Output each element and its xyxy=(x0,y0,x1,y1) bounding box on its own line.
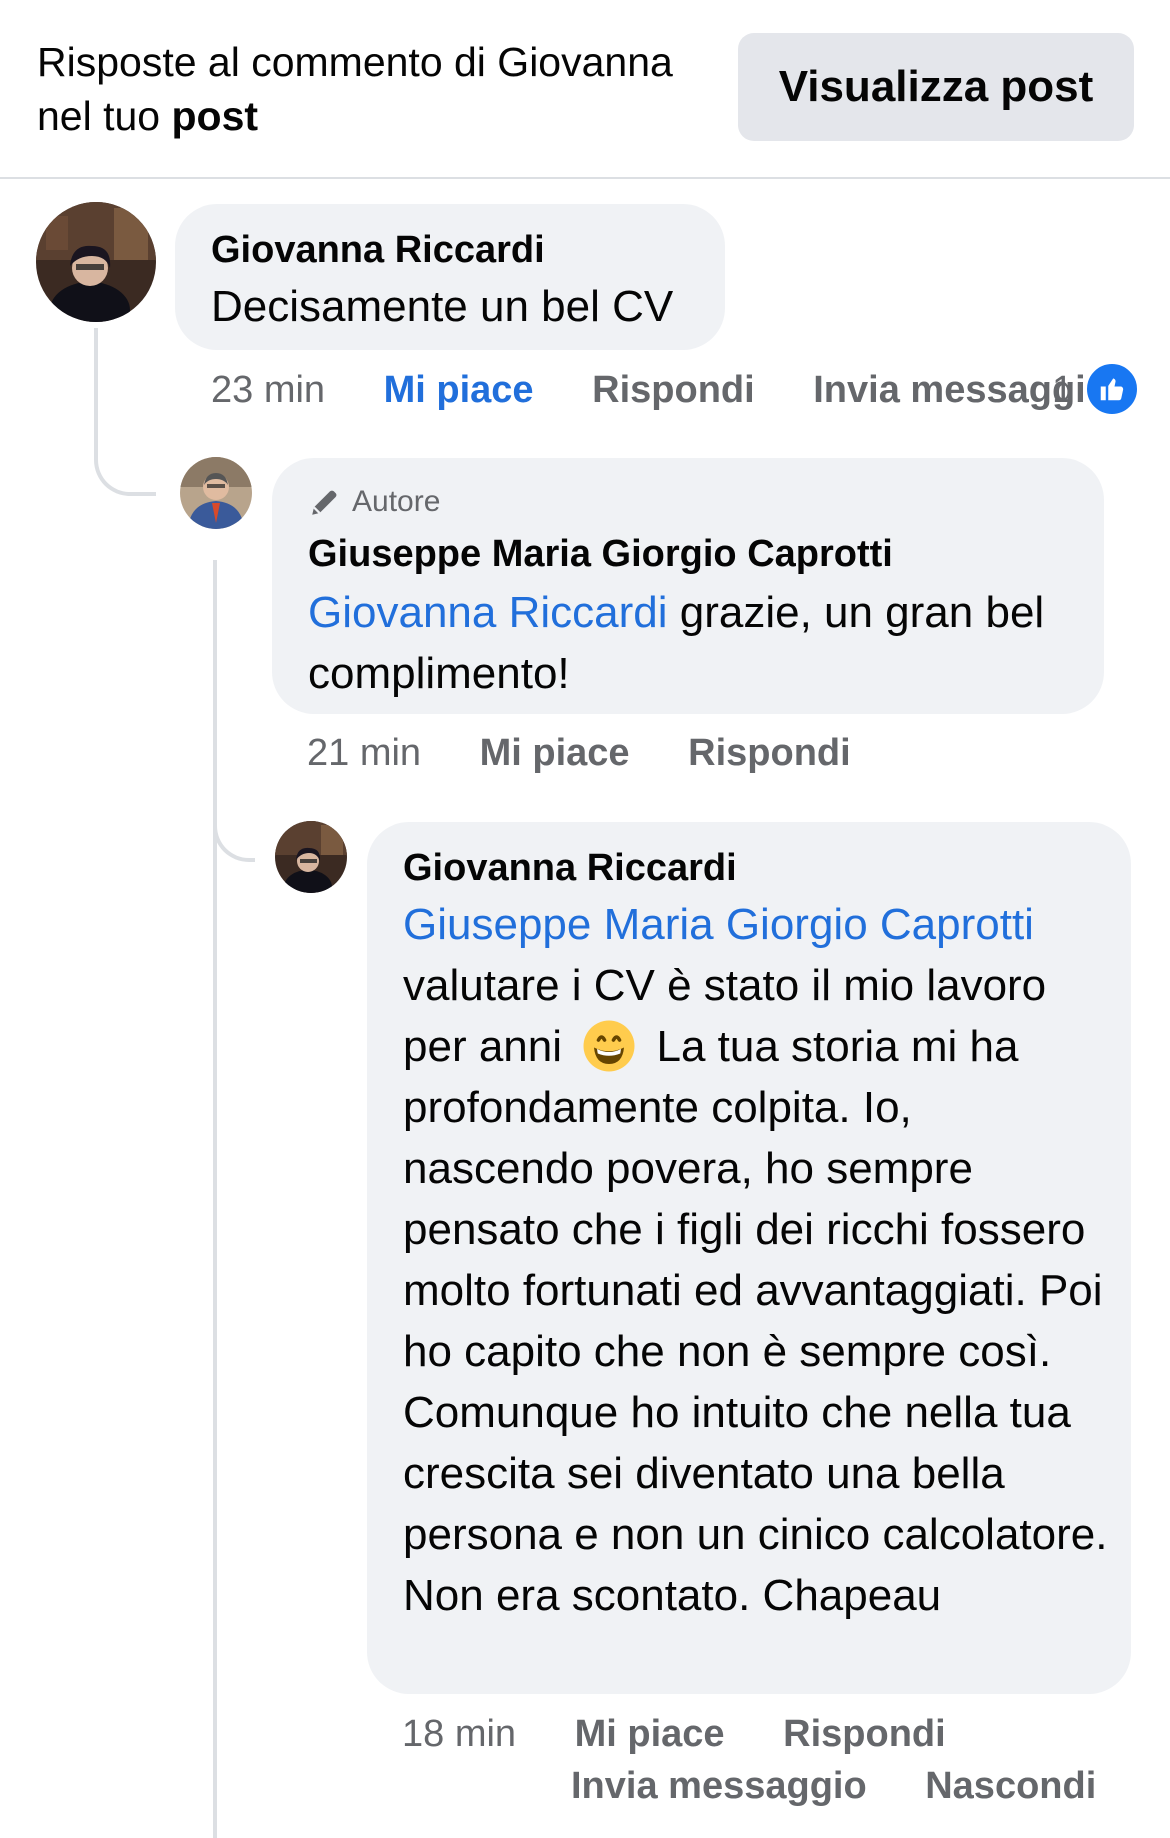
comment-text: Decisamente un bel CV xyxy=(211,282,674,331)
page-title-line1: Risposte al commento di Giovanna xyxy=(37,39,673,85)
comment-timestamp: 21 min xyxy=(307,732,422,774)
comment-author[interactable]: Giuseppe Maria Giorgio Caprotti xyxy=(308,530,893,578)
reply-button[interactable]: Rispondi xyxy=(688,732,851,774)
like-button[interactable]: Mi piace xyxy=(575,1713,725,1755)
reaction-count[interactable]: 1 xyxy=(1052,366,1073,414)
reply-button[interactable]: Rispondi xyxy=(783,1713,946,1755)
comment-timestamp: 23 min xyxy=(211,369,326,411)
thread-line-level1 xyxy=(94,328,98,408)
send-message-button[interactable]: Invia messaggio xyxy=(571,1765,867,1807)
mention-link[interactable]: Giuseppe Maria Giorgio Caprotti xyxy=(403,900,1034,949)
thread-connector-reply2 xyxy=(213,790,255,862)
comment-bubble-2: Autore Giuseppe Maria Giorgio Caprotti G… xyxy=(272,458,1104,714)
comment-text: Giuseppe Maria Giorgio Caprotti valutare… xyxy=(403,894,1113,1626)
author-badge-label: Autore xyxy=(352,485,441,518)
comment-author[interactable]: Giovanna Riccardi xyxy=(403,844,737,892)
like-button[interactable]: Mi piace xyxy=(384,369,534,411)
like-button[interactable]: Mi piace xyxy=(480,732,630,774)
comment-author[interactable]: Giovanna Riccardi xyxy=(211,226,545,274)
thumbs-up-glyph xyxy=(1100,378,1124,401)
page-title-post-word: post xyxy=(171,93,259,139)
avatar-giovanna-riccardi[interactable] xyxy=(275,821,347,893)
grinning-emoji-icon xyxy=(583,1020,635,1072)
comment-meta-3: 18 min Mi piace Rispondi xyxy=(402,1710,946,1758)
comment-text: Giovanna Riccardi grazie, un gran bel co… xyxy=(308,582,1078,704)
mention-link[interactable]: Giovanna Riccardi xyxy=(308,588,668,637)
avatar-giuseppe-caprotti[interactable] xyxy=(180,457,252,529)
avatar-giovanna-riccardi[interactable] xyxy=(36,202,156,322)
header-bar: Risposte al commento di Giovanna nel tuo… xyxy=(0,0,1170,179)
page-title: Risposte al commento di Giovanna nel tuo… xyxy=(37,35,717,143)
view-post-button[interactable]: Visualizza post xyxy=(738,33,1134,141)
comment-meta-1: 23 min Mi piace Rispondi Invia messaggio xyxy=(211,366,1109,414)
thumbs-up-icon[interactable] xyxy=(1084,361,1140,417)
avatar-image xyxy=(36,202,156,322)
comment-text-part2: La tua storia mi ha profondamente colpit… xyxy=(403,1022,1108,1620)
comment-bubble-1: Giovanna Riccardi Decisamente un bel CV xyxy=(175,204,725,350)
pencil-icon xyxy=(312,490,337,515)
comment-meta-3-row2: Invia messaggio Nascondi xyxy=(571,1762,1096,1810)
comment-bubble-3: Giovanna Riccardi Giuseppe Maria Giorgio… xyxy=(367,822,1131,1694)
reply-button[interactable]: Rispondi xyxy=(592,369,755,411)
hide-button[interactable]: Nascondi xyxy=(925,1765,1096,1807)
thread-line-level2 xyxy=(213,560,217,1838)
comment-meta-2: 21 min Mi piace Rispondi xyxy=(307,729,851,777)
comment-timestamp: 18 min xyxy=(402,1713,517,1755)
thread-connector-reply1 xyxy=(94,400,156,496)
avatar-image xyxy=(180,457,252,529)
avatar-image xyxy=(275,821,347,893)
author-badge: Autore xyxy=(308,482,440,522)
page-title-line2-prefix: nel tuo xyxy=(37,93,172,139)
